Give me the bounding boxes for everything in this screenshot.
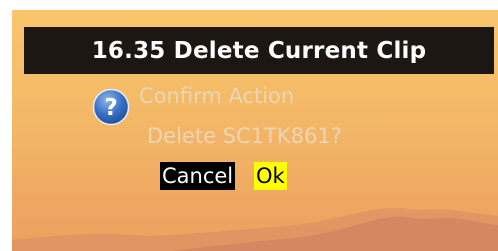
dialog-title: Confirm Action: [139, 84, 295, 108]
ok-button[interactable]: Ok: [254, 162, 287, 190]
page-title: 16.35 Delete Current Clip: [91, 37, 427, 64]
page-title-bar: 16.35 Delete Current Clip: [24, 27, 494, 74]
tv-screen: 16.35 Delete Current Clip ? Confirm Acti…: [12, 10, 498, 251]
dialog-message: Delete SC1TK861?: [147, 124, 342, 148]
question-icon: ?: [92, 88, 130, 126]
cancel-button[interactable]: Cancel: [160, 162, 236, 190]
svg-text:?: ?: [104, 95, 117, 121]
